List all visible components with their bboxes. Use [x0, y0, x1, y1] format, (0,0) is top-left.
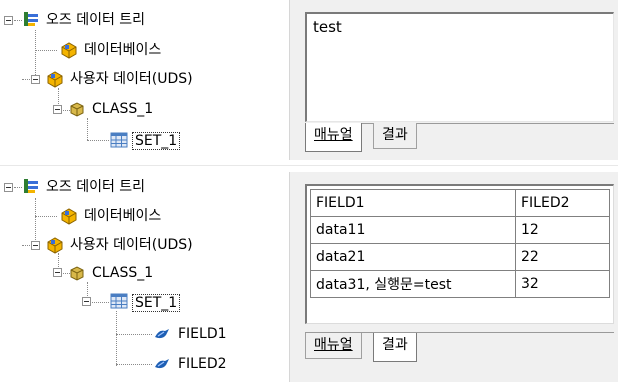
class-icon [70, 266, 84, 281]
table-row[interactable]: data21 22 [310, 243, 610, 271]
tree-item-field1[interactable]: FIELD1 [178, 325, 227, 343]
tree-root-label[interactable]: 오즈 데이터 트리 [46, 11, 145, 29]
query-editor-text: test [313, 18, 342, 36]
tab-result[interactable]: 결과 [373, 123, 417, 149]
column-header[interactable]: FILED2 [515, 189, 610, 217]
collapse-toggle[interactable] [31, 241, 40, 250]
tab-manual-label: 매뉴얼 [314, 337, 353, 353]
tab-manual[interactable]: 매뉴얼 [305, 333, 362, 359]
table-cell[interactable]: 12 [515, 216, 610, 244]
tree-root-label[interactable]: 오즈 데이터 트리 [46, 178, 145, 196]
table-row[interactable]: data31, 실행문=test 32 [310, 270, 610, 298]
tree-item-uds[interactable]: 사용자 데이터(UDS) [70, 70, 193, 88]
result-grid: FIELD1 FILED2 data11 12 data21 22 data31… [305, 184, 614, 324]
tree-item-uds[interactable]: 사용자 데이터(UDS) [70, 236, 193, 254]
tree-item-filed2[interactable]: FILED2 [178, 355, 227, 373]
collapse-toggle[interactable] [53, 268, 62, 277]
tree-item-class[interactable]: CLASS_1 [92, 100, 153, 118]
query-editor[interactable]: test [305, 12, 614, 122]
table-cell[interactable]: data11 [310, 216, 516, 244]
column-header[interactable]: FIELD1 [310, 189, 516, 217]
database-icon [61, 208, 77, 225]
uds-icon [47, 71, 63, 88]
table-row[interactable]: data11 12 [310, 216, 610, 244]
data-tree-icon [24, 179, 38, 193]
set-table-icon [110, 132, 128, 148]
data-tree-icon [24, 12, 38, 26]
collapse-toggle[interactable] [4, 16, 13, 25]
collapse-toggle[interactable] [82, 297, 91, 306]
tab-result-label: 결과 [382, 127, 408, 143]
section-divider [0, 165, 618, 166]
table-cell[interactable]: data21 [310, 243, 516, 271]
collapse-toggle[interactable] [31, 75, 40, 84]
collapse-toggle[interactable] [53, 105, 62, 114]
result-table: FIELD1 FILED2 data11 12 data21 22 data31… [310, 189, 610, 298]
tree-item-database[interactable]: 데이터베이스 [84, 41, 161, 59]
tree-item-class[interactable]: CLASS_1 [92, 264, 153, 282]
field-icon [155, 359, 169, 369]
tab-manual[interactable]: 매뉴얼 [305, 123, 362, 152]
uds-icon [47, 237, 63, 254]
database-icon [61, 42, 77, 59]
top-editor-panel: test 매뉴얼 결과 [289, 0, 618, 160]
collapse-toggle[interactable] [4, 183, 13, 192]
table-cell[interactable]: 22 [515, 243, 610, 271]
field-icon [155, 329, 169, 339]
tab-manual-label: 매뉴얼 [314, 127, 353, 143]
bottom-result-panel: FIELD1 FILED2 data11 12 data21 22 data31… [289, 172, 618, 382]
set-table-icon [110, 293, 128, 309]
class-icon [70, 102, 84, 117]
table-cell[interactable]: 32 [515, 270, 610, 298]
tree-item-set[interactable]: SET_1 [132, 294, 181, 312]
tree-item-database[interactable]: 데이터베이스 [84, 207, 161, 225]
tree-item-set[interactable]: SET_1 [132, 132, 181, 150]
tab-result[interactable]: 결과 [373, 333, 417, 362]
tab-result-label: 결과 [382, 337, 408, 353]
table-header-row: FIELD1 FILED2 [310, 189, 610, 217]
table-cell[interactable]: data31, 실행문=test [310, 270, 516, 298]
